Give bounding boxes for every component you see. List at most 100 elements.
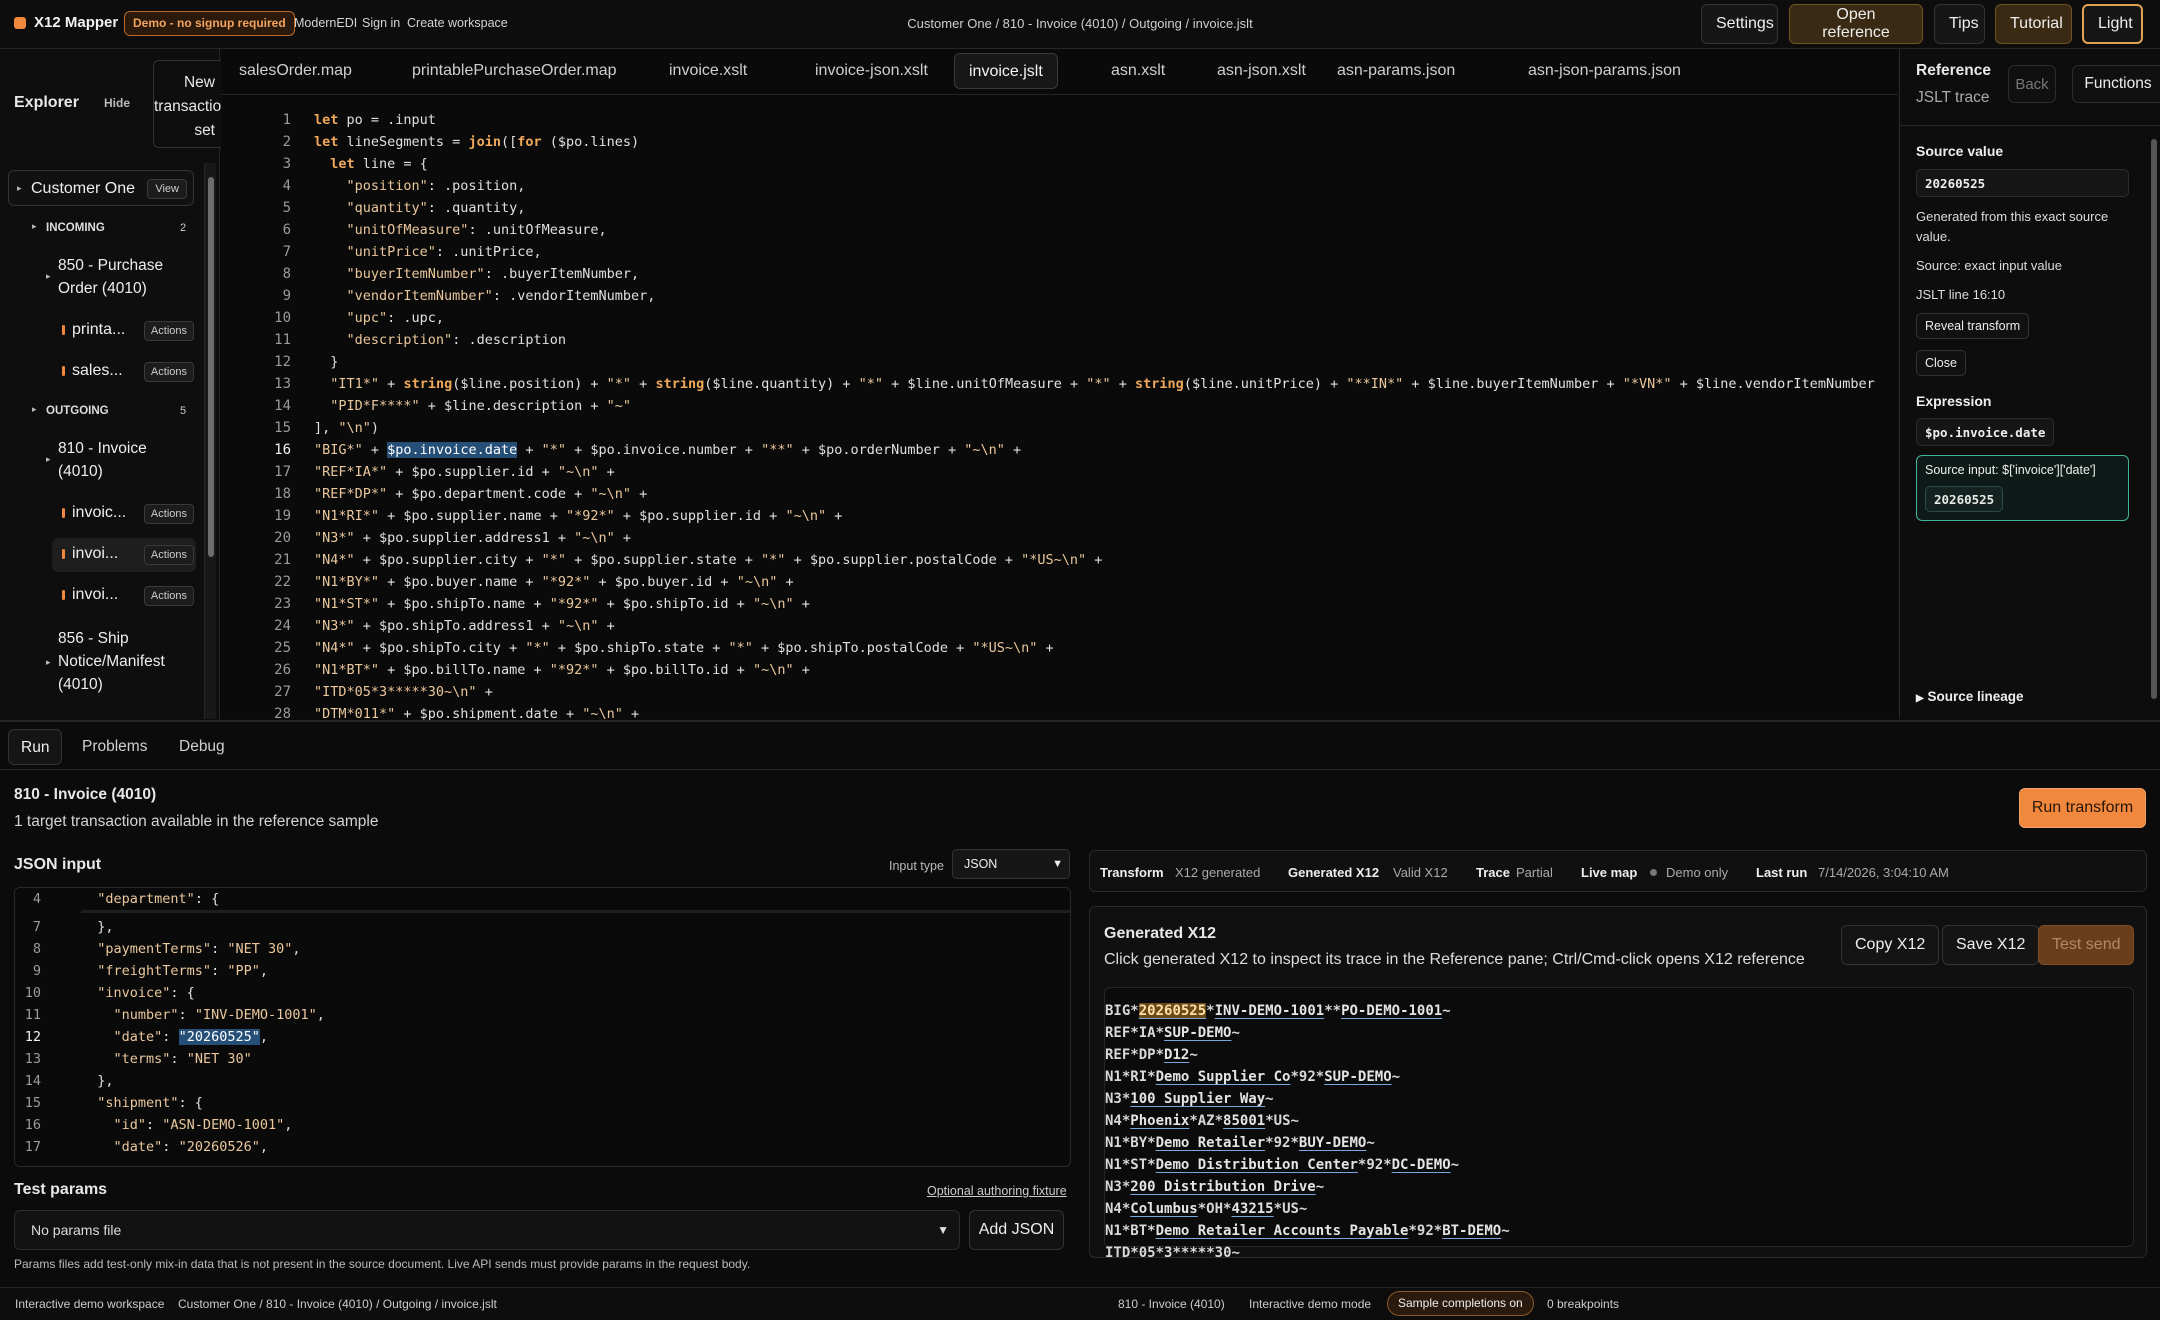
line-number[interactable]: 16 [221,439,291,461]
json-line[interactable]: "date": "20260526", [81,1136,268,1158]
file-row[interactable]: sales... Actions [52,355,196,389]
code-line[interactable]: "N1*BT*" + $po.billTo.name + "*92*" + $p… [314,659,1894,681]
file-row[interactable]: invoi... Actions [52,579,196,613]
line-number[interactable]: 2 [221,131,291,153]
tab-invoice-xslt[interactable]: invoice.xslt [655,53,761,89]
back-button[interactable]: Back [2008,65,2056,103]
tab-debug[interactable]: Debug [167,729,237,765]
code-line[interactable]: } [314,351,1894,373]
x12-segment[interactable]: REF*IA*SUP-DEMO~ [1105,1022,2133,1044]
code-line[interactable]: "N3*" + $po.shipTo.address1 + "~\n" + [314,615,1894,637]
reveal-transform-button[interactable]: Reveal transform [1916,313,2030,339]
x12-output[interactable]: BIG*20260525*INV-DEMO-1001**PO-DEMO-1001… [1104,987,2134,1261]
code-line[interactable]: "N3*" + $po.supplier.address1 + "~\n" + [314,527,1894,549]
line-number[interactable]: 1 [221,109,291,131]
moderneedi-link[interactable]: ModernEDI [294,16,357,30]
params-file-select[interactable]: No params file ▼ [14,1210,960,1250]
x12-segment[interactable]: ITD*05*3*****30~ [1105,1242,2133,1264]
line-number[interactable]: 23 [221,593,291,615]
chevron-right-icon[interactable]: ▸ [32,221,37,232]
code-line[interactable]: let line = { [314,153,1894,175]
code-line[interactable]: ], "\n") [314,417,1894,439]
actions-button[interactable]: Actions [143,586,194,606]
tab-asn-json-xslt[interactable]: asn-json.xslt [1203,53,1320,89]
x12-segment[interactable]: N3*100 Supplier Way~ [1105,1088,2133,1110]
x12-segment[interactable]: N1*ST*Demo Distribution Center*92*DC-DEM… [1105,1154,2133,1176]
code-line[interactable]: "description": .description [314,329,1894,351]
line-number[interactable]: 13 [221,373,291,395]
code-line[interactable]: "unitOfMeasure": .unitOfMeasure, [314,219,1894,241]
reference-scrollbar[interactable] [2147,125,2160,719]
tree-group-810[interactable]: 810 - Invoice (4010) [58,437,178,483]
file-row[interactable]: invoic... Actions [52,497,196,531]
source-input-box[interactable]: Source input: $['invoice']['date'] 20260… [1916,455,2129,521]
brand[interactable]: X12 Mapper [14,14,118,31]
code-line[interactable]: "N1*RI*" + $po.supplier.name + "*92*" + … [314,505,1894,527]
add-json-button[interactable]: Add JSON [969,1210,1064,1250]
line-number[interactable]: 6 [221,219,291,241]
json-line[interactable]: "number": "INV-DEMO-1001", [81,1004,325,1026]
x12-segment[interactable]: N3*200 Distribution Drive~ [1105,1176,2133,1198]
json-line[interactable]: "shipment": { [81,1092,203,1114]
line-number[interactable]: 5 [221,197,291,219]
code-line[interactable]: "N4*" + $po.supplier.city + "*" + $po.su… [314,549,1894,571]
code-line[interactable]: "quantity": .quantity, [314,197,1894,219]
test-send-button[interactable]: Test send [2038,925,2135,965]
tab-asn-json-params-json[interactable]: asn-json-params.json [1514,53,1695,89]
line-number[interactable]: 15 [221,417,291,439]
line-number[interactable]: 14 [221,395,291,417]
actions-button[interactable]: Actions [143,321,194,341]
optional-fixture-link[interactable]: Optional authoring fixture [927,1184,1067,1198]
settings-button[interactable]: Settings [1701,4,1778,44]
line-number[interactable]: 10 [221,307,291,329]
code-line[interactable]: "REF*DP*" + $po.department.code + "~\n" … [314,483,1894,505]
tab-salesorder-map[interactable]: salesOrder.map [225,53,366,89]
line-number[interactable]: 11 [221,329,291,351]
chevron-right-icon[interactable]: ▸ [32,404,37,415]
line-number[interactable]: 19 [221,505,291,527]
tree-group-856[interactable]: 856 - Ship Notice/Manifest (4010) [58,627,183,696]
code-line[interactable]: "N4*" + $po.shipTo.city + "*" + $po.ship… [314,637,1894,659]
source-lineage-toggle[interactable]: ▶ Source lineage [1916,689,2024,704]
line-number[interactable]: 4 [221,175,291,197]
x12-segment[interactable]: N1*RI*Demo Supplier Co*92*SUP-DEMO~ [1105,1066,2133,1088]
code-line[interactable]: let lineSegments = join([for ($po.lines) [314,131,1894,153]
tab-problems[interactable]: Problems [70,729,159,765]
tab-invoice-json-xslt[interactable]: invoice-json.xslt [801,53,942,89]
tab-asn-params-json[interactable]: asn-params.json [1323,53,1469,89]
create-workspace-link[interactable]: Create workspace [407,16,508,30]
json-line[interactable]: "freightTerms": "PP", [81,960,268,982]
run-transform-button[interactable]: Run transform [2019,788,2146,828]
tab-run[interactable]: Run [8,729,63,765]
file-row[interactable]: printa... Actions [52,314,196,348]
chevron-right-icon[interactable]: ▸ [46,271,51,282]
json-line[interactable]: "terms": "NET 30" [81,1048,252,1070]
x12-segment[interactable]: N4*Phoenix*AZ*85001*US~ [1105,1110,2133,1132]
x12-segment[interactable]: REF*DP*D12~ [1105,1044,2133,1066]
sign-in-link[interactable]: Sign in [362,16,400,30]
code-line[interactable]: "REF*IA*" + $po.supplier.id + "~\n" + [314,461,1894,483]
line-number[interactable]: 22 [221,571,291,593]
functions-button[interactable]: Functions [2072,65,2160,103]
code-line[interactable]: "BIG*" + $po.invoice.date + "*" + $po.in… [314,439,1894,461]
incoming-section[interactable]: INCOMING [46,222,105,234]
line-number[interactable]: 9 [221,285,291,307]
theme-toggle-button[interactable]: Light [2082,4,2143,44]
actions-button[interactable]: Actions [143,362,194,382]
line-number[interactable]: 8 [221,263,291,285]
actions-button[interactable]: Actions [143,504,194,524]
code-line[interactable]: "unitPrice": .unitPrice, [314,241,1894,263]
open-reference-button[interactable]: Open reference [1789,4,1923,44]
x12-segment[interactable]: N4*Columbus*OH*43215*US~ [1105,1198,2133,1220]
new-transaction-set-button[interactable]: New transaction set [153,60,223,148]
tab-invoice-jslt[interactable]: invoice.jslt [954,53,1058,89]
line-number[interactable]: 27 [221,681,291,703]
sample-completions-toggle[interactable]: Sample completions on [1387,1291,1534,1316]
actions-button[interactable]: Actions [143,545,194,565]
line-number[interactable]: 3 [221,153,291,175]
scrollbar-thumb[interactable] [2151,139,2157,699]
scrollbar-thumb[interactable] [208,177,214,557]
line-number[interactable]: 18 [221,483,291,505]
hide-explorer-button[interactable]: Hide [104,96,130,110]
code-line[interactable]: "IT1*" + string($line.position) + "*" + … [314,373,1894,395]
